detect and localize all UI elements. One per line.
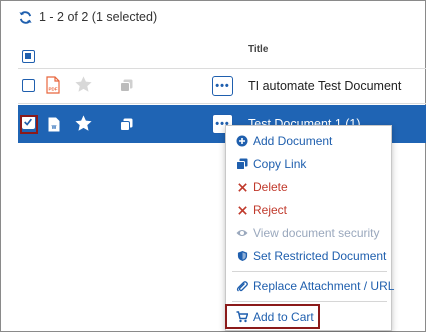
row-actions-menu: Add Document Copy Link Delete Reject Vie… (225, 125, 394, 331)
x-icon (236, 181, 248, 193)
menu-item-label: Replace Attachment / URL (253, 279, 395, 293)
star-icon[interactable] (74, 75, 93, 94)
divider (18, 103, 426, 104)
menu-item-label: Add Document (253, 134, 333, 148)
row-actions-button[interactable]: ••• (212, 76, 233, 96)
star-icon-filled[interactable] (74, 114, 93, 133)
plus-circle-icon (236, 135, 248, 147)
document-title[interactable]: TI automate Test Document (248, 79, 401, 93)
list-header: 1 - 2 of 2 (1 selected) (18, 8, 157, 26)
menu-item-set-restricted[interactable]: Set Restricted Document (236, 247, 386, 265)
menu-item-label: Delete (253, 180, 288, 194)
copy-icon (236, 158, 248, 170)
document-list-panel: 1 - 2 of 2 (1 selected) Title PDF ••• TI… (0, 0, 426, 332)
pdf-file-icon: PDF (46, 76, 60, 94)
menu-item-view-security: View document security (236, 224, 380, 242)
menu-divider (232, 271, 387, 272)
highlight-outline (225, 304, 320, 329)
word-label: W (52, 125, 57, 131)
menu-item-replace-attachment[interactable]: Replace Attachment / URL (236, 277, 394, 295)
menu-item-delete[interactable]: Delete (236, 178, 288, 196)
refresh-icon[interactable] (18, 10, 33, 25)
menu-item-add-document[interactable]: Add Document (236, 132, 332, 150)
title-column-header[interactable]: Title (248, 44, 268, 55)
word-file-icon: W (48, 117, 60, 132)
row-checkbox[interactable] (22, 79, 35, 92)
paperclip-icon (236, 280, 248, 292)
eye-icon (236, 227, 248, 239)
copy-icon[interactable] (120, 79, 133, 92)
menu-item-label: View document security (253, 226, 380, 240)
copy-icon[interactable] (120, 118, 133, 131)
shield-icon (236, 250, 248, 262)
selection-count: 1 - 2 of 2 (1 selected) (39, 10, 158, 24)
menu-item-reject[interactable]: Reject (236, 201, 287, 219)
menu-item-label: Set Restricted Document (253, 249, 387, 263)
menu-divider (232, 301, 387, 302)
pdf-label: PDF (49, 87, 58, 92)
table-row[interactable]: PDF ••• TI automate Test Document (18, 68, 426, 103)
x-icon (236, 204, 248, 216)
menu-item-copy-link[interactable]: Copy Link (236, 155, 306, 173)
column-header-row: Title (1, 39, 426, 69)
select-all-checkbox[interactable] (22, 50, 35, 63)
highlight-outline (20, 115, 38, 134)
menu-item-label: Copy Link (253, 157, 307, 171)
menu-item-label: Reject (253, 203, 288, 217)
